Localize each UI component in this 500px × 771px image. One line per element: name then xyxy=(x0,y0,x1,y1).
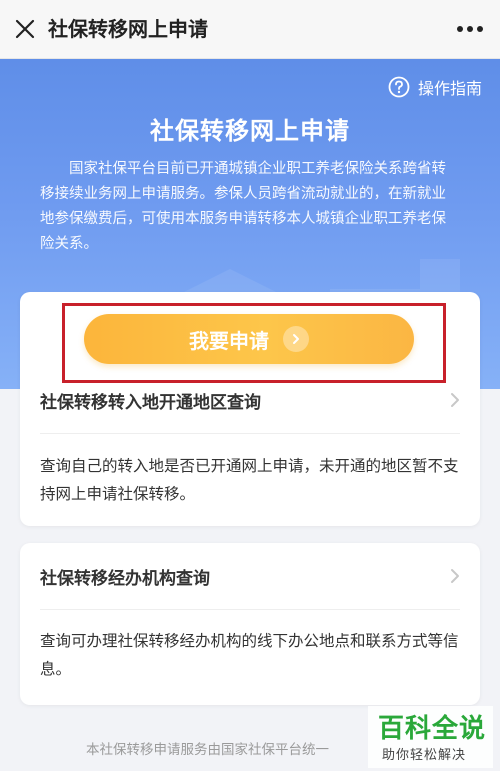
close-icon xyxy=(15,19,35,39)
close-button[interactable] xyxy=(10,14,40,44)
divider xyxy=(40,609,460,610)
agency-query-desc: 查询可办理社保转移经办机构的线下办公地点和联系方式等信息。 xyxy=(40,632,459,678)
transfer-region-query-desc: 查询自己的转入地是否已开通网上申请，未开通的地区暂不支持网上申请社保转移。 xyxy=(40,457,459,503)
footer-text: 本社保转移申请服务由国家社保平台统一 xyxy=(86,742,329,758)
chevron-right-icon xyxy=(451,569,459,583)
page-title: 社保转移网上申请 xyxy=(48,17,208,41)
watermark-logo: 百科全说 助你轻松解决 xyxy=(368,706,493,768)
transfer-region-query-row[interactable]: 社保转移转入地开通地区查询 xyxy=(40,385,460,415)
more-dots-icon xyxy=(457,26,483,32)
divider xyxy=(40,433,460,434)
watermark-subtitle: 助你轻松解决 xyxy=(382,748,467,763)
help-circle-icon xyxy=(388,76,410,98)
watermark-title: 百科全说 xyxy=(378,714,487,744)
chevron-right-icon xyxy=(451,393,459,407)
agency-query-row[interactable]: 社保转移经办机构查询 xyxy=(40,561,460,591)
more-button[interactable] xyxy=(452,16,488,42)
highlight-annotation-box xyxy=(62,303,446,383)
operation-guide-link[interactable]: 操作指南 xyxy=(388,75,482,99)
agency-card: 社保转移经办机构查询 查询可办理社保转移经办机构的线下办公地点和联系方式等信息。 xyxy=(20,543,480,705)
top-bar: 社保转移网上申请 xyxy=(0,0,500,59)
operation-guide-label: 操作指南 xyxy=(417,79,482,98)
agency-query-title: 社保转移经办机构查询 xyxy=(40,568,210,589)
hero-description: 国家社保平台目前已开通城镇企业职工养老保险关系跨省转移接续业务网上申请服务。参保… xyxy=(40,161,446,252)
transfer-region-query-title: 社保转移转入地开通地区查询 xyxy=(40,392,261,413)
hero-title: 社保转移网上申请 xyxy=(150,117,350,145)
